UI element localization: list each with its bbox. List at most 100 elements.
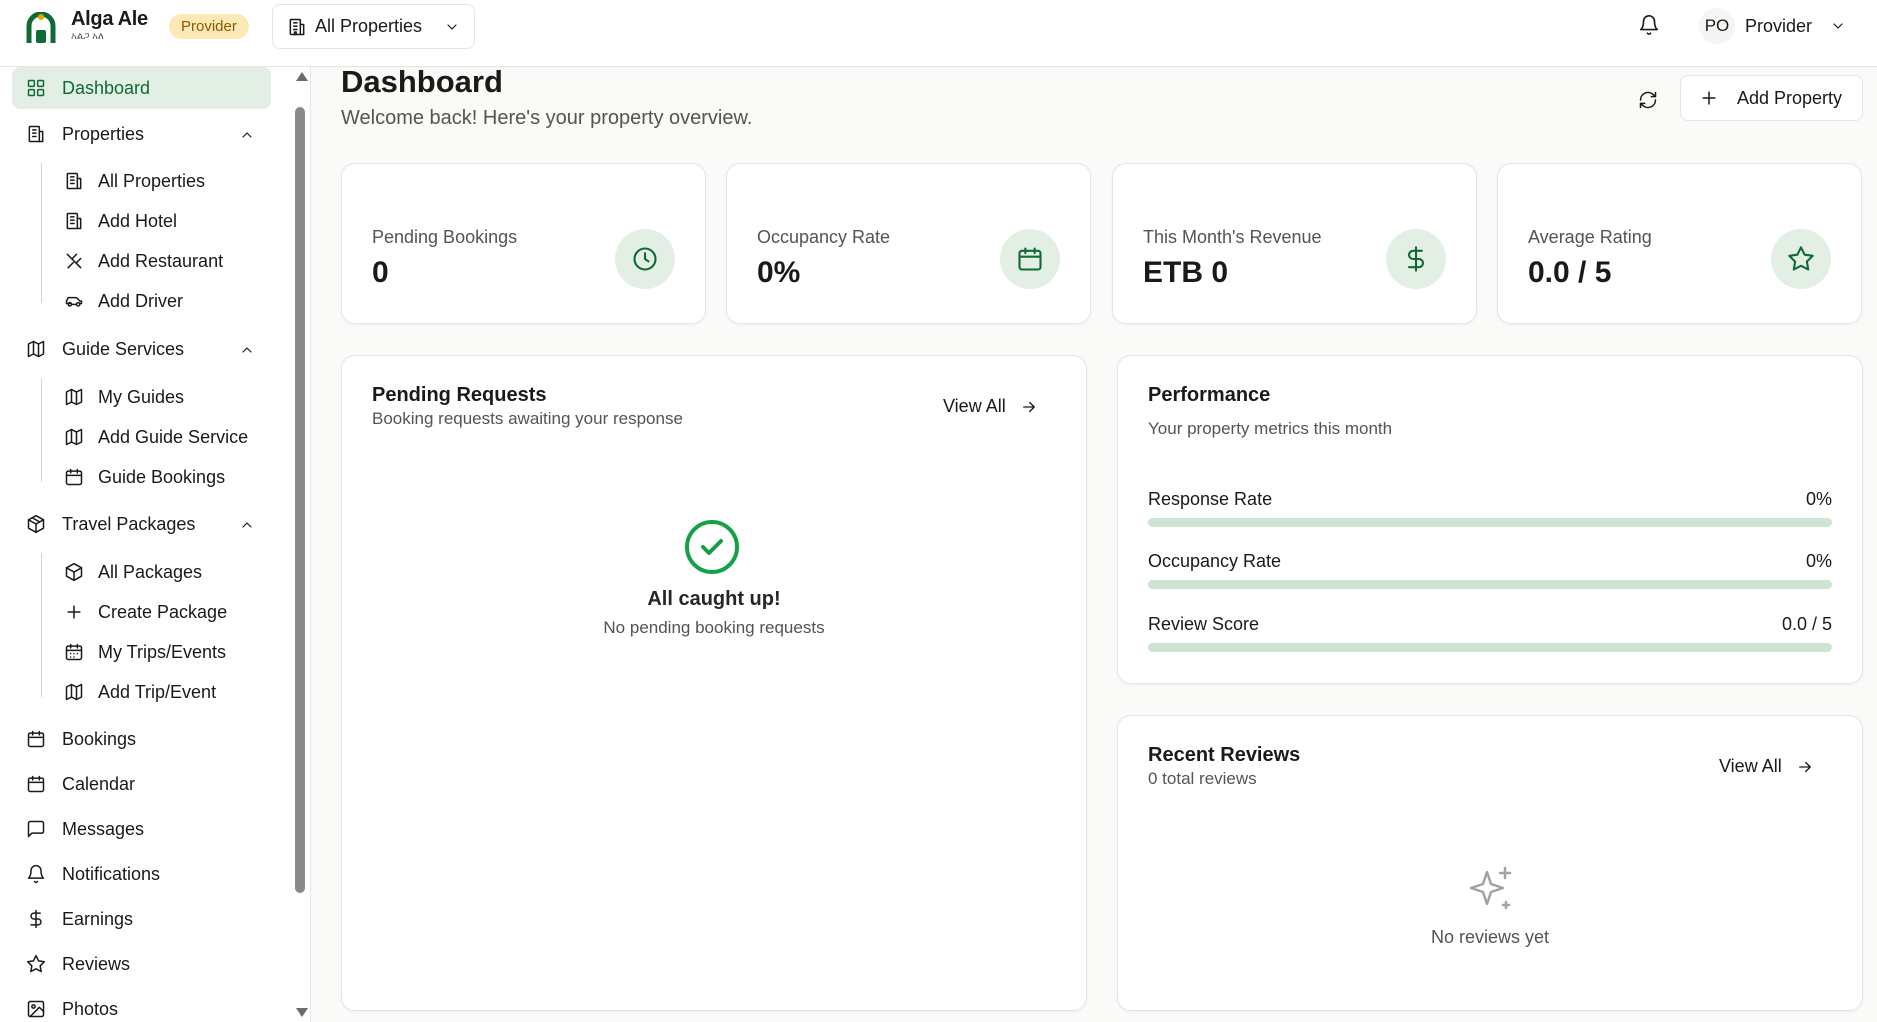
stat-label: Occupancy Rate [757, 227, 891, 247]
sidebar-subitem-all-properties[interactable]: All Properties [64, 164, 205, 198]
sidebar-item-earnings[interactable]: Earnings [12, 898, 271, 940]
metric-label: Occupancy Rate [1148, 551, 1282, 571]
stat-value: ETB 0 [1143, 256, 1229, 289]
sidebar-subitem-create-package[interactable]: Create Package [64, 595, 227, 629]
bell-icon [27, 864, 45, 884]
scrollbar-thumb[interactable] [295, 107, 305, 893]
card-subtitle: 0 total reviews [1148, 769, 1257, 788]
sidebar-subitem-all-packages[interactable]: All Packages [64, 555, 202, 589]
map-icon [65, 388, 83, 406]
check-circle-icon [685, 520, 739, 574]
sidebar-item-notifications[interactable]: Notifications [12, 853, 271, 895]
stat-card-occupancy-rate: Occupancy Rate 0% [726, 163, 1091, 324]
sidebar-subitem-add-driver[interactable]: Add Driver [64, 284, 183, 318]
property-selector-value: All Properties [315, 16, 423, 36]
stat-label: Average Rating [1528, 227, 1652, 247]
stat-value: 0% [757, 256, 801, 289]
chevron-up-icon [242, 347, 252, 353]
view-all-label: View All [1719, 756, 1782, 776]
sidebar-item-label: Bookings [62, 728, 137, 749]
calendar-icon [27, 775, 45, 793]
message-square-icon [27, 820, 45, 838]
clock-icon [633, 247, 657, 271]
map-icon [27, 340, 45, 358]
package-icon [27, 514, 45, 534]
refresh-icon [1639, 91, 1657, 109]
sidebar-item-label: Calendar [62, 773, 136, 794]
sidebar-subitem-my-guides[interactable]: My Guides [64, 380, 184, 414]
refresh-button[interactable] [1632, 84, 1664, 116]
top-bar: Alga Ale አልጋ አለ Provider All Properties … [0, 0, 1877, 67]
sidebar-subitem-add-hotel[interactable]: Add Hotel [64, 204, 177, 238]
calendar-icon [1018, 247, 1042, 271]
scroll-down-arrow-icon[interactable] [296, 1008, 308, 1017]
sidebar-subitem-label: Add Restaurant [98, 250, 224, 271]
sidebar-item-bookings[interactable]: Bookings [12, 718, 271, 760]
role-badge: Provider [169, 14, 249, 39]
sidebar-item-calendar[interactable]: Calendar [12, 763, 271, 805]
scroll-up-arrow-icon[interactable] [296, 72, 308, 81]
sidebar-subitem-add-trip-event[interactable]: Add Trip/Event [64, 675, 216, 709]
sparkles-icon [1469, 866, 1512, 910]
sidebar-item-dashboard[interactable]: Dashboard [12, 67, 271, 109]
sidebar-subitem-guide-bookings[interactable]: Guide Bookings [64, 460, 225, 494]
sidebar-item-label: Messages [62, 818, 145, 839]
sidebar-subitem-label: My Trips/Events [98, 641, 227, 662]
property-selector[interactable]: All Properties [272, 4, 475, 49]
building-icon [66, 212, 82, 230]
sidebar-item-guide-services[interactable]: Guide Services [12, 328, 271, 370]
sidebar-item-label: Photos [62, 998, 119, 1019]
sidebar-item-messages[interactable]: Messages [12, 808, 271, 850]
metric-label: Response Rate [1148, 489, 1273, 509]
calendar-icon [27, 730, 45, 748]
sidebar-item-label: Travel Packages [62, 513, 196, 534]
card-subtitle: Booking requests awaiting your response [372, 409, 683, 428]
stat-icon-badge [1000, 229, 1060, 289]
sidebar-subitem-add-restaurant[interactable]: Add Restaurant [64, 244, 223, 278]
utensils-crossed-icon [66, 253, 82, 269]
pending-requests-view-all-link[interactable]: View All [943, 396, 1038, 417]
chevron-down-icon [447, 23, 457, 30]
recent-reviews-view-all-link[interactable]: View All [1719, 756, 1814, 777]
recent-reviews-card: Recent Reviews 0 total reviews View All … [1117, 715, 1863, 1011]
stat-card-average-rating: Average Rating 0.0 / 5 [1497, 163, 1862, 324]
stat-label: This Month's Revenue [1143, 227, 1322, 247]
sidebar-subitem-label: All Properties [98, 170, 206, 191]
dollar-icon [1407, 246, 1425, 272]
arrow-right-icon [1022, 401, 1035, 412]
layout-grid-icon [27, 79, 45, 97]
sidebar: Dashboard Properties All Properties Add … [0, 67, 311, 1022]
image-icon [27, 1000, 45, 1018]
sidebar-item-label: Notifications [62, 863, 161, 884]
performance-card: Performance Your property metrics this m… [1117, 355, 1863, 684]
chevron-down-icon [1833, 23, 1843, 29]
sidebar-subitem-add-guide-service[interactable]: Add Guide Service [64, 420, 248, 454]
user-name: Provider [1745, 15, 1813, 36]
sidebar-subitem-label: Add Trip/Event [98, 681, 217, 702]
building-icon [66, 172, 82, 190]
metric-value: 0.0 / 5 [1781, 614, 1832, 634]
brand-logo-icon [26, 12, 56, 43]
chevron-up-icon [242, 132, 252, 138]
sidebar-item-reviews[interactable]: Reviews [12, 943, 271, 985]
card-title: Pending Requests [372, 384, 547, 406]
sidebar-scrollbar[interactable] [291, 67, 309, 1022]
pending-requests-card: Pending Requests Booking requests awaiti… [341, 355, 1087, 1011]
star-icon [1788, 246, 1814, 271]
car-icon [65, 296, 83, 307]
user-menu[interactable]: PO Provider [1699, 8, 1846, 44]
empty-state-subtitle: No pending booking requests [603, 618, 825, 637]
sidebar-subitem-my-trips-events[interactable]: My Trips/Events [64, 635, 226, 669]
notifications-bell-icon[interactable] [1638, 14, 1660, 36]
sidebar-subitem-label: My Guides [98, 386, 185, 407]
building-icon [28, 125, 44, 143]
metric-value: 0% [1805, 489, 1832, 509]
sidebar-item-photos[interactable]: Photos [12, 988, 271, 1022]
sidebar-item-travel-packages[interactable]: Travel Packages [12, 503, 271, 545]
stat-value: 0.0 / 5 [1528, 256, 1612, 289]
brand-name: Alga Ale [71, 8, 148, 30]
sidebar-item-properties[interactable]: Properties [12, 113, 271, 155]
response-rate-progress-bar [1148, 518, 1832, 527]
add-property-button[interactable]: Add Property [1680, 75, 1863, 121]
card-title: Performance [1148, 384, 1271, 406]
